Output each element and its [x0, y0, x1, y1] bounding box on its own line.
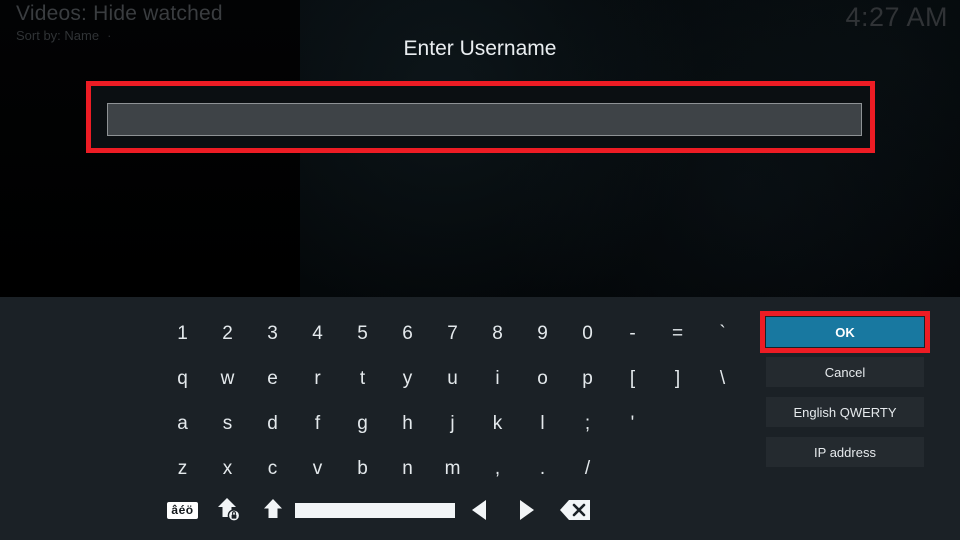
accents-label: âéö: [167, 501, 198, 519]
key-u[interactable]: u: [430, 359, 475, 399]
cursor-right-icon[interactable]: [503, 493, 551, 527]
key-1[interactable]: 1: [160, 314, 205, 354]
key-z[interactable]: z: [160, 449, 205, 489]
side-button-column: OK Cancel English QWERTY IP address: [766, 317, 924, 477]
backspace-glyph: [560, 500, 590, 520]
backspace-icon[interactable]: [551, 493, 599, 527]
key-=[interactable]: =: [655, 314, 700, 354]
side-button-label: IP address: [814, 444, 876, 460]
shift-glyph: [263, 499, 282, 518]
key-2[interactable]: 2: [205, 314, 250, 354]
kodi-screen: Videos: Hide watched Sort by: Name · 4:27…: [0, 0, 960, 540]
side-button-label: English QWERTY: [793, 404, 897, 420]
key-.[interactable]: .: [520, 449, 565, 489]
key-,[interactable]: ,: [475, 449, 520, 489]
key-0[interactable]: 0: [565, 314, 610, 354]
caps-lock-glyph: [217, 498, 240, 522]
key-[[interactable]: [: [610, 359, 655, 399]
key-k[interactable]: k: [475, 404, 520, 444]
key-5[interactable]: 5: [340, 314, 385, 354]
username-input-annotation: [86, 81, 875, 153]
key-8[interactable]: 8: [475, 314, 520, 354]
key-/[interactable]: /: [565, 449, 610, 489]
side-button-label: OK: [835, 324, 855, 340]
key-o[interactable]: o: [520, 359, 565, 399]
key-\[interactable]: \: [700, 359, 745, 399]
key--[interactable]: -: [610, 314, 655, 354]
key-e[interactable]: e: [250, 359, 295, 399]
space-bar[interactable]: [295, 493, 455, 527]
side-button-cancel[interactable]: Cancel: [766, 357, 924, 387]
key-l[interactable]: l: [520, 404, 565, 444]
key-y[interactable]: y: [385, 359, 430, 399]
key-s[interactable]: s: [205, 404, 250, 444]
key-p[interactable]: p: [565, 359, 610, 399]
key-q[interactable]: q: [160, 359, 205, 399]
key-v[interactable]: v: [295, 449, 340, 489]
key-row: z x c v b n m,. /: [160, 446, 760, 491]
key-g[interactable]: g: [340, 404, 385, 444]
key-9[interactable]: 9: [520, 314, 565, 354]
key-`[interactable]: `: [700, 314, 745, 354]
key-m[interactable]: m: [430, 449, 475, 489]
key-i[interactable]: i: [475, 359, 520, 399]
key-grid: 1 2 3 4 5 6 7 8 9 0- = ` q w e r t y u i o p[] \ a s d f g h j k l; ' z x c…: [160, 311, 760, 491]
username-input[interactable]: [107, 103, 862, 136]
side-button-english-qwerty[interactable]: English QWERTY: [766, 397, 924, 427]
onscreen-keyboard-panel: 1 2 3 4 5 6 7 8 9 0- = ` q w e r t y u i o p[] \ a s d f g h j k l; ' z x c…: [0, 297, 960, 540]
cursor-left-icon[interactable]: [455, 493, 503, 527]
key-d[interactable]: d: [250, 404, 295, 444]
cursor-left-glyph: [472, 500, 486, 520]
keyboard-function-row: âéö: [160, 492, 630, 528]
clock: 4:27 AM: [845, 2, 948, 32]
key-row: 1 2 3 4 5 6 7 8 9 0- = `: [160, 311, 760, 356]
key-j[interactable]: j: [430, 404, 475, 444]
key-f[interactable]: f: [295, 404, 340, 444]
side-button-ip-address[interactable]: IP address: [766, 437, 924, 467]
breadcrumb: Videos: Hide watched: [16, 2, 223, 25]
accents-key[interactable]: âéö: [160, 493, 205, 527]
key-x[interactable]: x: [205, 449, 250, 489]
key-'[interactable]: ': [610, 404, 655, 444]
caps-lock-icon[interactable]: [205, 493, 250, 527]
key-a[interactable]: a: [160, 404, 205, 444]
key-4[interactable]: 4: [295, 314, 340, 354]
key-row: a s d f g h j k l; ': [160, 401, 760, 446]
key-row: q w e r t y u i o p[] \: [160, 356, 760, 401]
cursor-right-glyph: [520, 500, 534, 520]
key-c[interactable]: c: [250, 449, 295, 489]
side-button-label: Cancel: [824, 364, 866, 380]
key-6[interactable]: 6: [385, 314, 430, 354]
key-3[interactable]: 3: [250, 314, 295, 354]
dialog-title: Enter Username: [403, 37, 557, 60]
shift-icon[interactable]: [250, 493, 295, 527]
space-bar-glyph: [295, 502, 455, 518]
key-h[interactable]: h: [385, 404, 430, 444]
key-r[interactable]: r: [295, 359, 340, 399]
key-t[interactable]: t: [340, 359, 385, 399]
key-w[interactable]: w: [205, 359, 250, 399]
side-button-ok[interactable]: OK: [766, 317, 924, 347]
key-][interactable]: ]: [655, 359, 700, 399]
key-b[interactable]: b: [340, 449, 385, 489]
key-n[interactable]: n: [385, 449, 430, 489]
key-7[interactable]: 7: [430, 314, 475, 354]
key-;[interactable]: ;: [565, 404, 610, 444]
